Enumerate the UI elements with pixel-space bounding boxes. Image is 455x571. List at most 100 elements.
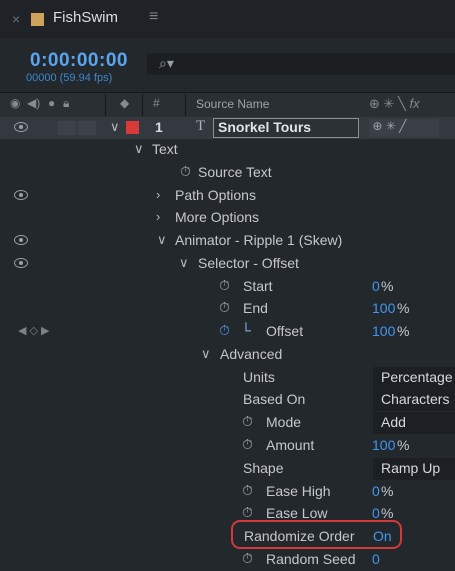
ease-high-unit: % bbox=[381, 483, 394, 499]
advanced-label: Advanced bbox=[220, 346, 283, 362]
random-seed-label: Random Seed bbox=[266, 551, 356, 567]
search-input[interactable]: ⌕▾ bbox=[147, 53, 455, 75]
layer-name: Snorkel Tours bbox=[218, 119, 312, 135]
stopwatch-icon[interactable]: ⏱︎ bbox=[242, 550, 253, 567]
chevron-down-icon[interactable]: ∨ bbox=[201, 346, 211, 362]
lock-toggle[interactable] bbox=[78, 121, 96, 135]
mode-dropdown[interactable]: Add bbox=[373, 412, 455, 434]
video-switch-icon[interactable]: ◉ bbox=[10, 96, 20, 110]
shape-label: Shape bbox=[243, 460, 284, 476]
lock-icon[interactable]: 🔒︎ bbox=[63, 96, 69, 111]
current-time-display[interactable]: 0:00:00:00 bbox=[30, 50, 128, 72]
amount-row[interactable]: ⏱︎ Amount 100 % bbox=[0, 435, 455, 457]
random-seed-value[interactable]: 0 bbox=[372, 551, 380, 567]
offset-value[interactable]: 100 bbox=[372, 323, 395, 339]
eye-icon[interactable] bbox=[14, 190, 28, 200]
eye-icon[interactable] bbox=[14, 235, 28, 245]
offset-label: Offset bbox=[266, 323, 304, 339]
advanced-row[interactable]: ∨ Advanced bbox=[0, 344, 455, 366]
amount-unit: % bbox=[397, 437, 410, 453]
based-on-value: Characters bbox=[381, 391, 450, 407]
offset-unit: % bbox=[397, 323, 410, 339]
layer-name-field[interactable]: Snorkel Tours bbox=[213, 118, 359, 138]
animator-label: Animator - Ripple 1 (Skew) bbox=[175, 232, 343, 248]
layer-number-header: # bbox=[153, 96, 160, 110]
search-icon: ⌕▾ bbox=[159, 55, 174, 71]
layer-row[interactable]: ∨ 1 T Snorkel Tours ⊕ ✳ ╱ bbox=[0, 117, 455, 139]
eye-icon[interactable] bbox=[14, 122, 28, 132]
source-name-header[interactable]: Source Name bbox=[196, 97, 269, 111]
end-unit: % bbox=[397, 300, 410, 316]
path-options-label: Path Options bbox=[175, 187, 256, 203]
chevron-down-icon[interactable]: ∨ bbox=[157, 232, 167, 248]
random-seed-row[interactable]: ⏱︎ Random Seed 0 bbox=[0, 549, 455, 571]
stopwatch-active-icon[interactable]: ⏱︎ bbox=[219, 322, 230, 339]
units-row[interactable]: Units Percentage bbox=[0, 367, 455, 389]
offset-row[interactable]: ◀ ◇ ▶ ⏱︎ └ Offset 100 % bbox=[0, 321, 455, 343]
ease-low-unit: % bbox=[381, 505, 394, 521]
composition-tab-bar: × FishSwim ≡ bbox=[0, 0, 455, 39]
layer-label-color[interactable] bbox=[126, 121, 139, 134]
close-tab-icon[interactable]: × bbox=[12, 11, 20, 27]
source-text-row[interactable]: ⏱︎ Source Text bbox=[0, 162, 455, 184]
units-value: Percentage bbox=[381, 369, 453, 385]
audio-switch-icon[interactable]: ◀) bbox=[27, 96, 40, 110]
column-divider bbox=[142, 94, 143, 116]
based-on-row[interactable]: Based On Characters bbox=[0, 389, 455, 411]
units-label: Units bbox=[243, 369, 275, 385]
solo-toggle[interactable] bbox=[58, 121, 76, 135]
expand-layer-chevron-icon[interactable]: ∨ bbox=[110, 119, 120, 135]
start-row[interactable]: ⏱︎ Start 0 % bbox=[0, 276, 455, 298]
ease-low-value[interactable]: 0 bbox=[372, 505, 380, 521]
ease-high-row[interactable]: ⏱︎ Ease High 0 % bbox=[0, 481, 455, 503]
more-options-row[interactable]: › More Options bbox=[0, 207, 455, 229]
composition-label-swatch bbox=[31, 13, 44, 26]
stopwatch-icon[interactable]: ⏱︎ bbox=[242, 436, 253, 453]
eye-icon[interactable] bbox=[14, 258, 28, 268]
shape-row[interactable]: Shape Ramp Up bbox=[0, 458, 455, 480]
panel-menu-icon[interactable]: ≡ bbox=[149, 8, 158, 26]
selector-label: Selector - Offset bbox=[198, 255, 299, 271]
shape-dropdown[interactable]: Ramp Up bbox=[373, 458, 455, 480]
ease-high-label: Ease High bbox=[266, 483, 331, 499]
layer-number: 1 bbox=[155, 119, 163, 135]
based-on-dropdown[interactable]: Characters bbox=[373, 389, 455, 411]
layer-switches[interactable]: ⊕ ✳ ╱ bbox=[369, 119, 439, 137]
graph-editor-icon[interactable]: └ bbox=[241, 322, 251, 338]
text-group-row[interactable]: ∨ Text bbox=[0, 139, 455, 161]
column-divider bbox=[105, 94, 106, 116]
amount-value[interactable]: 100 bbox=[372, 437, 395, 453]
stopwatch-icon[interactable]: ⏱︎ bbox=[219, 277, 230, 294]
ease-low-label: Ease Low bbox=[266, 505, 328, 521]
end-row[interactable]: ⏱︎ End 100 % bbox=[0, 298, 455, 320]
chevron-down-icon[interactable]: ∨ bbox=[134, 141, 144, 157]
start-unit: % bbox=[381, 278, 394, 294]
start-value[interactable]: 0 bbox=[372, 278, 380, 294]
highlight-callout bbox=[231, 520, 402, 549]
mode-label: Mode bbox=[266, 414, 302, 430]
end-value[interactable]: 100 bbox=[372, 300, 395, 316]
layer-switches-icons: ⊕ ✳ ╲ fx bbox=[369, 96, 420, 111]
solo-icon[interactable]: ● bbox=[48, 96, 55, 110]
stopwatch-icon[interactable]: ⏱︎ bbox=[242, 413, 253, 430]
stopwatch-icon[interactable]: ⏱︎ bbox=[242, 504, 253, 521]
composition-tab-name[interactable]: FishSwim bbox=[53, 9, 118, 26]
mode-row[interactable]: ⏱︎ Mode Add bbox=[0, 412, 455, 434]
animator-row[interactable]: ∨ Animator - Ripple 1 (Skew) bbox=[0, 230, 455, 252]
mode-value: Add bbox=[381, 414, 406, 430]
units-dropdown[interactable]: Percentage bbox=[373, 367, 455, 389]
shape-value: Ramp Up bbox=[381, 460, 441, 476]
text-group-label: Text bbox=[152, 141, 178, 157]
stopwatch-icon[interactable]: ⏱︎ bbox=[219, 299, 230, 316]
chevron-down-icon[interactable]: ∨ bbox=[179, 255, 189, 271]
stopwatch-icon[interactable]: ⏱︎ bbox=[242, 482, 253, 499]
keyframe-navigator[interactable]: ◀ ◇ ▶ bbox=[18, 324, 50, 337]
ease-high-value[interactable]: 0 bbox=[372, 483, 380, 499]
stopwatch-icon[interactable]: ⏱︎ bbox=[180, 163, 191, 180]
column-divider bbox=[185, 94, 186, 116]
label-tag-icon[interactable]: ◆ bbox=[120, 96, 129, 110]
selector-row[interactable]: ∨ Selector - Offset bbox=[0, 253, 455, 275]
chevron-right-icon[interactable]: › bbox=[156, 187, 160, 202]
chevron-right-icon[interactable]: › bbox=[156, 209, 160, 224]
path-options-row[interactable]: › Path Options bbox=[0, 185, 455, 207]
